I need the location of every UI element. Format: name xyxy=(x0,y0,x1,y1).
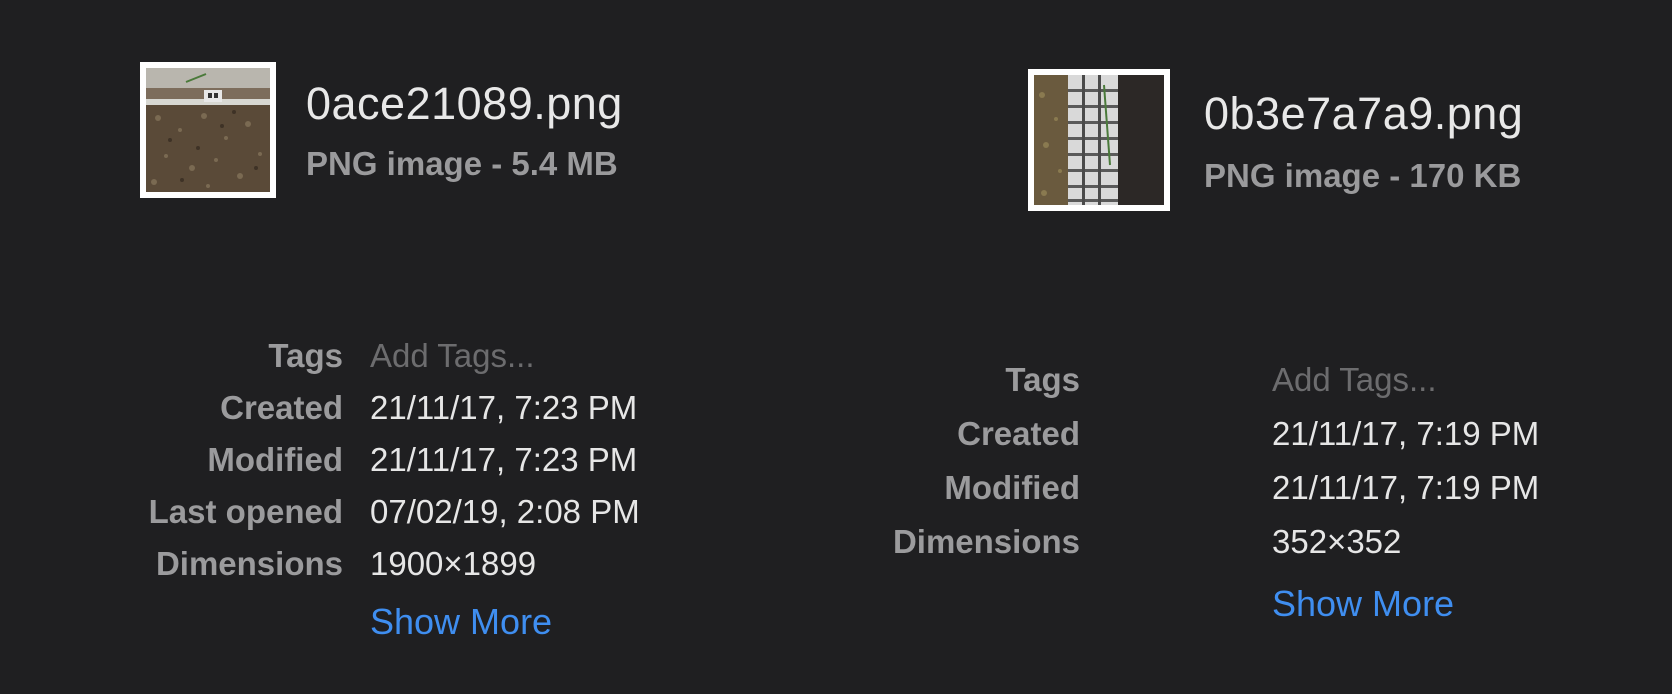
meta-row-dimensions: Dimensions 1900×1899 xyxy=(0,540,836,588)
meta-row-modified: Modified 21/11/17, 7:23 PM xyxy=(0,436,836,484)
meta-label: Last opened xyxy=(148,493,343,530)
meta-row-tags: Tags Add Tags... xyxy=(0,332,836,380)
image-preview-icon xyxy=(1034,75,1164,205)
meta-row-dimensions: Dimensions 352×352 xyxy=(836,518,1672,566)
file-kind-size: PNG image - 170 KB xyxy=(1204,157,1522,194)
file-name: 0b3e7a7a9.png xyxy=(1204,88,1524,139)
meta-row-created: Created 21/11/17, 7:23 PM xyxy=(0,384,836,432)
image-thumbnail[interactable] xyxy=(1028,69,1170,211)
meta-value: 21/11/17, 7:23 PM xyxy=(370,441,638,478)
image-thumbnail[interactable] xyxy=(140,62,276,198)
image-preview-icon xyxy=(146,68,270,192)
meta-value: 07/02/19, 2:08 PM xyxy=(370,493,640,530)
show-more-link[interactable]: Show More xyxy=(1272,580,1454,628)
meta-label: Created xyxy=(957,415,1080,452)
meta-value: 1900×1899 xyxy=(370,545,537,582)
show-more-link[interactable]: Show More xyxy=(370,598,552,646)
add-tags-field[interactable]: Add Tags... xyxy=(370,332,535,380)
meta-value: 21/11/17, 7:19 PM xyxy=(1272,415,1540,452)
meta-row-modified: Modified 21/11/17, 7:19 PM xyxy=(836,464,1672,512)
meta-label: Dimensions xyxy=(892,523,1080,560)
file-name: 0ace21089.png xyxy=(306,78,623,129)
meta-label: Tags xyxy=(1005,361,1080,398)
add-tags-field[interactable]: Add Tags... xyxy=(1272,356,1437,404)
meta-row-tags: Tags Add Tags... xyxy=(836,356,1672,404)
meta-label: Modified xyxy=(944,469,1080,506)
meta-label: Modified xyxy=(207,441,343,478)
meta-label: Dimensions xyxy=(155,545,343,582)
file-kind-size: PNG image - 5.4 MB xyxy=(306,145,618,182)
meta-row-created: Created 21/11/17, 7:19 PM xyxy=(836,410,1672,458)
meta-label: Tags xyxy=(268,337,343,374)
meta-value: 21/11/17, 7:19 PM xyxy=(1272,469,1540,506)
file-info-panel-2: 0b3e7a7a9.png PNG image - 170 KB Tags Ad… xyxy=(836,0,1672,694)
meta-label: Created xyxy=(220,389,343,426)
meta-value: 352×352 xyxy=(1272,523,1402,560)
meta-row-last-opened: Last opened 07/02/19, 2:08 PM xyxy=(0,488,836,536)
meta-value: 21/11/17, 7:23 PM xyxy=(370,389,638,426)
file-info-panel-1: 0ace21089.png PNG image - 5.4 MB Tags Ad… xyxy=(0,0,836,694)
